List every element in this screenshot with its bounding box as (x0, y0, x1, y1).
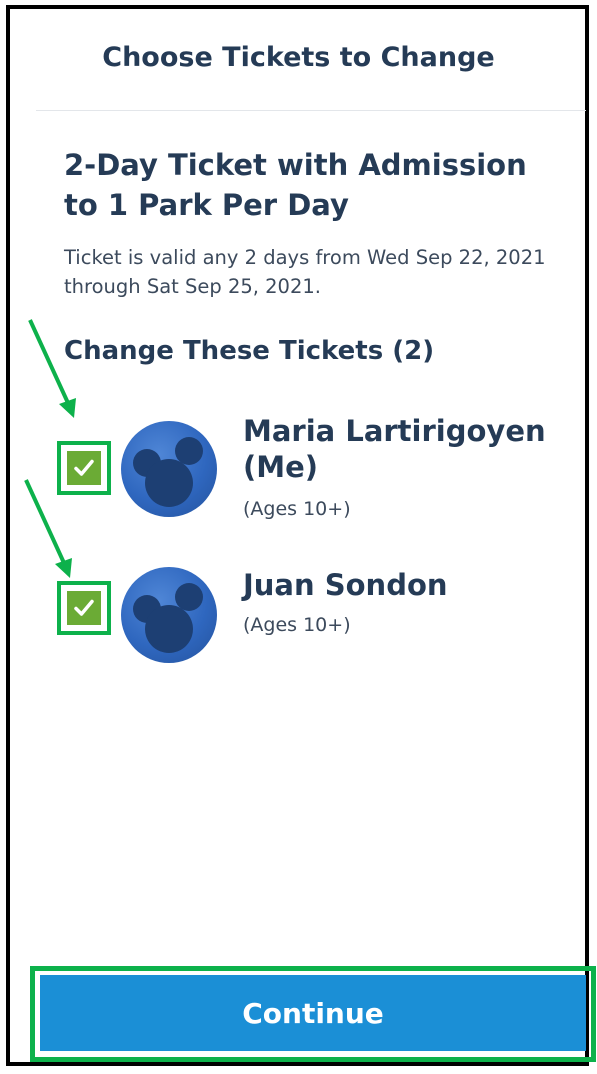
header-divider (36, 110, 586, 111)
ticket-description: Ticket is valid any 2 days from Wed Sep … (64, 246, 546, 298)
guest-name: Juan Sondon (243, 568, 448, 602)
section-title: Change These Tickets (2) (64, 336, 435, 366)
guest-age: (Ages 10+) (243, 614, 351, 636)
mickey-silhouette-icon (133, 437, 203, 507)
mickey-silhouette-icon (133, 583, 203, 653)
guest-avatar (121, 567, 217, 663)
checkbox-highlight (57, 581, 111, 635)
checkbox-highlight (57, 441, 111, 495)
guest-avatar (121, 421, 217, 517)
continue-button[interactable]: Continue (40, 975, 586, 1051)
annotation-arrow-icon (28, 319, 76, 418)
guest-name: Maria Lartirigoyen (Me) (243, 414, 546, 484)
checkmark-icon (74, 599, 94, 616)
guest-checkbox[interactable] (67, 451, 101, 485)
page-title: Choose Tickets to Change (102, 42, 495, 73)
guest-age: (Ages 10+) (243, 498, 351, 520)
guest-row-juan[interactable]: Juan Sondon (Ages 10+) (55, 567, 585, 677)
guest-row-maria[interactable]: Maria Lartirigoyen (Me) (Ages 10+) (55, 413, 585, 523)
ticket-title: 2-Day Ticket with Admission to 1 Park Pe… (64, 148, 527, 222)
guest-checkbox[interactable] (67, 591, 101, 625)
checkmark-icon (74, 459, 94, 476)
